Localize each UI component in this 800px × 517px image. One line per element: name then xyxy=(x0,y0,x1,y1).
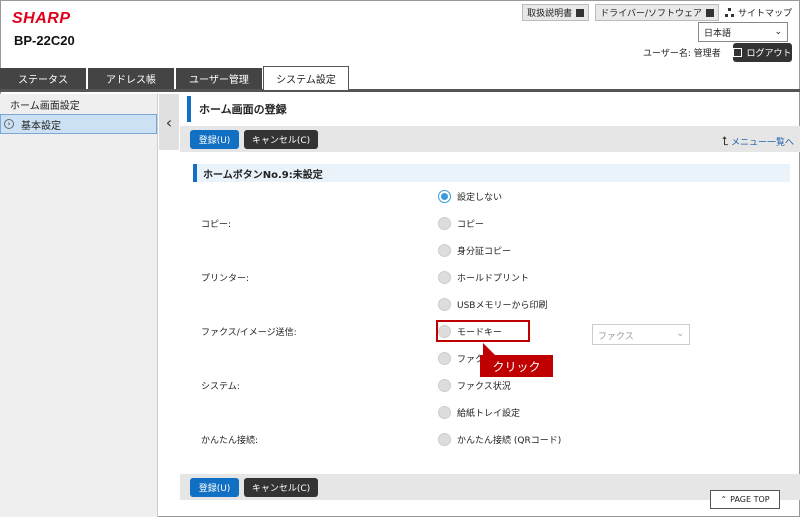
chevron-down-icon: ⌄ xyxy=(774,27,782,37)
user-name: ユーザー名: 管理者 xyxy=(643,49,721,59)
radio-dot xyxy=(438,217,451,230)
chevron-up-icon: ⌃ xyxy=(720,495,728,504)
sitemap-label: サイトマップ xyxy=(737,9,792,19)
radio-usb-print[interactable]: USBメモリーから印刷 xyxy=(438,298,547,311)
main-content: ホーム画面の登録 登録(U) キャンセル(C) ⮤ メニュー一覧へ ホームボタン… xyxy=(180,94,800,517)
tab-label: ステータス xyxy=(18,75,68,86)
page-top-label: PAGE TOP xyxy=(730,495,770,504)
sidebar-item-label: 基本設定 xyxy=(21,120,61,132)
tab-label: ユーザー管理 xyxy=(189,75,249,86)
radio-hold-print[interactable]: ホールドプリント xyxy=(438,271,529,284)
radio-label: コピー xyxy=(457,220,485,230)
section-title: ホームボタンNo.9:未設定 xyxy=(193,164,790,182)
radio-copy[interactable]: コピー xyxy=(438,217,484,230)
radio-dot xyxy=(438,379,451,392)
tab-user-management[interactable]: ユーザー管理 xyxy=(176,68,262,89)
radio-qr-connect[interactable]: かんたん接続 (QRコード) xyxy=(438,433,561,446)
tab-address-book[interactable]: アドレス帳 xyxy=(88,68,174,89)
driver-link-label: ドライバー/ソフトウェア xyxy=(600,9,702,19)
chevron-left-icon: ‹ xyxy=(165,112,173,132)
radio-label: かんたん接続 (QRコード) xyxy=(457,436,562,446)
driver-link[interactable]: ドライバー/ソフトウェア xyxy=(595,4,719,21)
fax-mode-select[interactable]: ファクス ⌄ xyxy=(592,324,690,345)
radio-dot-selected xyxy=(438,190,451,203)
radio-fax-status[interactable]: ファクス状況 xyxy=(438,379,511,392)
radio-label: USBメモリーから印刷 xyxy=(457,301,548,311)
cancel-button-bottom[interactable]: キャンセル(C) xyxy=(244,478,318,497)
tab-system-settings[interactable]: システム設定 xyxy=(263,66,349,90)
menu-list-link[interactable]: ⮤ メニュー一覧へ xyxy=(722,134,794,149)
radio-dot xyxy=(438,244,451,257)
sitemap-link[interactable]: サイトマップ xyxy=(724,6,792,19)
tab-label: システム設定 xyxy=(276,75,336,86)
sidebar-item-home-screen[interactable]: ホーム画面設定 xyxy=(0,94,157,114)
logout-icon xyxy=(733,48,743,57)
group-label-copy: コピー: xyxy=(201,220,232,230)
sidebar-item-label: ホーム画面設定 xyxy=(10,100,80,112)
click-highlight-box xyxy=(436,320,530,342)
chevron-down-icon: ⌄ xyxy=(676,329,684,339)
radio-dot xyxy=(438,271,451,284)
model-name: BP-22C20 xyxy=(14,33,75,48)
external-link-icon xyxy=(705,8,714,17)
tab-label: アドレス帳 xyxy=(106,75,156,86)
radio-label: 設定しない xyxy=(457,193,503,203)
register-button[interactable]: 登録(U) xyxy=(190,130,239,149)
register-button-bottom[interactable]: 登録(U) xyxy=(190,478,239,497)
radio-label: 給紙トレイ設定 xyxy=(457,409,521,419)
radio-dot xyxy=(438,406,451,419)
cancel-button[interactable]: キャンセル(C) xyxy=(244,130,318,149)
radio-label: ファクス状況 xyxy=(457,382,511,392)
main-tabs: ステータス アドレス帳 ユーザー管理 システム設定 xyxy=(0,66,800,92)
top-button-bar: 登録(U) キャンセル(C) ⮤ メニュー一覧へ xyxy=(180,126,800,152)
fax-mode-value: ファクス xyxy=(598,332,634,342)
sitemap-icon xyxy=(724,8,735,17)
radio-none[interactable]: 設定しない xyxy=(438,190,502,203)
sidebar: ホーム画面設定 › 基本設定 xyxy=(0,94,158,517)
group-label-fax: ファクス/イメージ送信: xyxy=(201,328,297,338)
external-link-icon xyxy=(576,8,585,17)
radio-fax-address[interactable]: ファク xyxy=(438,352,484,365)
chevron-right-icon: › xyxy=(4,119,14,129)
menu-list-label: メニュー一覧へ xyxy=(730,138,794,148)
bottom-button-bar: 登録(U) キャンセル(C) xyxy=(180,474,800,500)
language-select[interactable]: 日本語 ⌄ xyxy=(698,22,788,42)
logout-label: ログアウト xyxy=(746,49,792,59)
group-label-printer: プリンター: xyxy=(201,274,250,284)
logout-button[interactable]: ログアウト xyxy=(733,43,792,62)
radio-label: 身分証コピー xyxy=(457,247,512,257)
page-title: ホーム画面の登録 xyxy=(187,96,287,122)
radio-dot xyxy=(438,352,451,365)
sidebar-collapse-button[interactable]: ‹ xyxy=(159,94,179,150)
manual-link[interactable]: 取扱説明書 xyxy=(522,4,590,21)
radio-tray-settings[interactable]: 給紙トレイ設定 xyxy=(438,406,520,419)
top-links: 取扱説明書 ドライバー/ソフトウェア サイトマップ xyxy=(522,4,792,21)
tab-status[interactable]: ステータス xyxy=(0,68,86,89)
sharp-logo: SHARP xyxy=(12,10,71,27)
group-label-system: システム: xyxy=(201,382,240,392)
radio-id-copy[interactable]: 身分証コピー xyxy=(438,244,511,257)
sidebar-item-basic-settings[interactable]: › 基本設定 xyxy=(0,114,157,134)
manual-link-label: 取扱説明書 xyxy=(527,9,573,19)
page-top-button[interactable]: ⌃ PAGE TOP xyxy=(710,490,780,509)
radio-dot xyxy=(438,433,451,446)
language-value: 日本語 xyxy=(704,28,732,39)
return-arrow-icon: ⮤ xyxy=(721,134,729,148)
group-label-easy-connect: かんたん接続: xyxy=(201,436,259,446)
click-callout: クリック xyxy=(480,355,553,377)
radio-label: ホールドプリント xyxy=(457,274,530,284)
radio-dot xyxy=(438,298,451,311)
